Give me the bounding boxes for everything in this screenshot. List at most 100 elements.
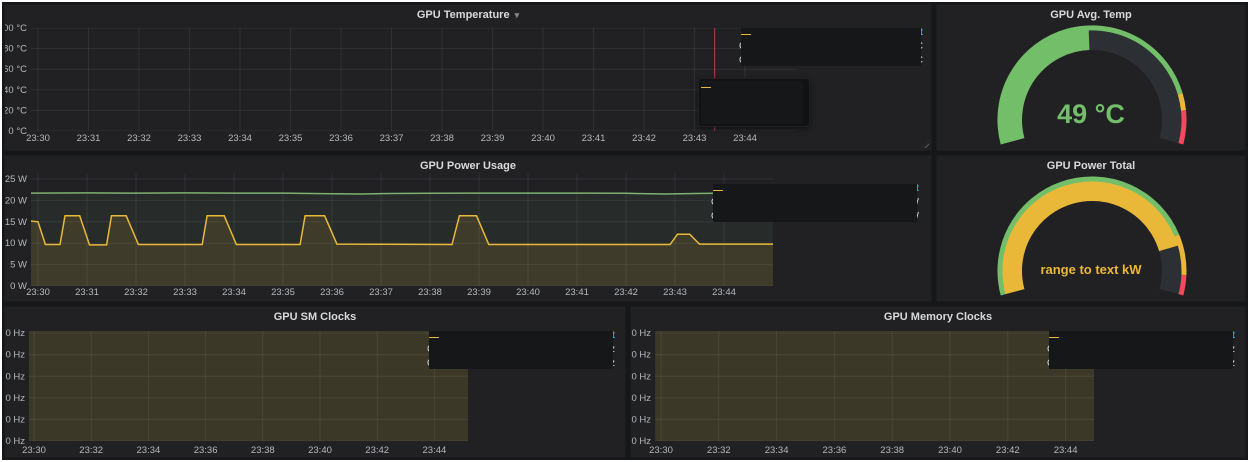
tooltip-row: —GPU 1:41 °C	[707, 109, 801, 122]
panel-gpu-avg-temp: GPU Avg. Temp 49 °C	[936, 4, 1246, 151]
y-tick-label: 0 Hz	[5, 436, 25, 447]
x-tick-label: 23:38	[430, 133, 454, 144]
panel-gpu-power-total: GPU Power Total range to text kW	[936, 155, 1246, 302]
x-tick-label: 23:44	[733, 133, 757, 144]
x-tick-label: 23:38	[418, 287, 442, 298]
x-tick-label: 23:38	[880, 445, 904, 456]
y-tick-label: 25 W	[5, 174, 27, 185]
x-tick-label: 23:34	[765, 445, 789, 456]
x-tick-label: 23:34	[228, 133, 252, 144]
panel-gpu-memory-clocks: GPU Memory Clocks 23:3023:3223:3423:3623…	[630, 306, 1246, 458]
x-tick-label: 23:36	[823, 445, 847, 456]
x-tick-label: 23:37	[369, 287, 393, 298]
x-tick-label: 23:30	[26, 133, 50, 144]
x-tick-label: 23:42	[365, 445, 389, 456]
y-tick-label: 20 °C	[5, 105, 27, 116]
legend-series-label[interactable]: —GPU 1	[1047, 357, 1097, 371]
x-tick-label: 23:31	[77, 133, 101, 144]
gpu-power-usage-legend: maxavgcurrent—GPU 021.86 W21.68 W21.77 W…	[711, 182, 923, 224]
x-tick-label: 23:41	[582, 133, 606, 144]
x-tick-label: 23:39	[481, 133, 505, 144]
gpu-temperature-legend: maxavgcurrent—GPU 057 °C57 °C57 °C—GPU 1…	[739, 26, 927, 68]
legend-series-label[interactable]: —GPU 1	[739, 54, 791, 68]
series-color-dash-icon: —	[429, 331, 613, 369]
x-tick-label: 23:43	[663, 287, 687, 298]
legend-row-gpu-1: —GPU 1405 Hz405 Hz405 Hz	[1047, 357, 1239, 371]
x-tick-label: 23:42	[614, 287, 638, 298]
x-tick-label: 23:37	[380, 133, 404, 144]
dashboard-canvas: GPU Temperature▾ 23:3023:3123:3223:3323:…	[2, 2, 1248, 460]
y-tick-label: 20 W	[5, 195, 27, 206]
y-tick-label: 100 Hz	[5, 328, 25, 339]
y-tick-label: 80 °C	[5, 44, 27, 55]
gauge-power-arc	[937, 156, 1246, 302]
y-tick-label: 60 Hz	[631, 371, 651, 382]
x-tick-label: 23:36	[194, 445, 218, 456]
mem-plot-area	[655, 307, 1100, 441]
x-tick-label: 23:32	[79, 445, 103, 456]
chart-tooltip: 2020-05-01 23:44:48—GPU 0:57 °C—GPU 1:41…	[698, 78, 810, 127]
x-tick-label: 23:33	[173, 287, 197, 298]
y-tick-label: 5 W	[10, 260, 27, 271]
y-tick-label: 20 Hz	[5, 414, 25, 425]
x-tick-label: 23:35	[279, 133, 303, 144]
gpu-power-usage-chart[interactable]: 23:30 23:31 23:32 23:33 23:34 23:35 23:36 23:37…	[5, 156, 932, 302]
sm-plot-area	[28, 307, 468, 441]
series-color-dash-icon: —	[741, 28, 921, 66]
grafana-dashboard: GPU Temperature▾ 23:3023:3123:3223:3323:…	[0, 0, 1250, 462]
legend-row-gpu-1: —GPU 141 °C41 °C41 °C	[739, 54, 927, 68]
y-tick-label: 80 Hz	[5, 350, 25, 361]
panel-gpu-sm-clocks: GPU SM Clocks 23:3023:3223:3423:3623:382…	[4, 306, 626, 458]
legend-series-label[interactable]: —GPU 1	[427, 357, 477, 371]
x-tick-label: 23:42	[632, 133, 656, 144]
x-tick-label: 23:30	[649, 445, 673, 456]
legend-series-label[interactable]: —GPU 1	[711, 210, 763, 224]
x-tick-label: 23:41	[565, 287, 589, 298]
series-color-dash-icon: —	[713, 184, 917, 222]
y-tick-label: 10 W	[5, 238, 27, 249]
y-tick-label: 100 °C	[5, 23, 27, 34]
x-tick-label: 23:36	[320, 287, 344, 298]
y-tick-label: 40 Hz	[631, 393, 651, 404]
gpu-sm-clocks-legend: maxavgcurrent—GPU 0139 Hz139 Hz139 Hz—GP…	[427, 329, 619, 371]
y-tick-label: 40 °C	[5, 85, 27, 96]
x-tick-label: 23:40	[531, 133, 555, 144]
y-tick-label: 80 Hz	[631, 350, 651, 361]
temp-plot-area	[31, 28, 796, 131]
x-tick-label: 23:39	[467, 287, 491, 298]
y-tick-label: 0 W	[10, 281, 27, 292]
series-color-dash-icon: —	[701, 81, 803, 124]
x-tick-label: 23:30	[22, 445, 46, 456]
x-tick-label: 23:34	[222, 287, 246, 298]
x-tick-label: 23:35	[271, 287, 295, 298]
y-tick-label: 15 W	[5, 217, 27, 228]
x-tick-label: 23:40	[516, 287, 540, 298]
gpu-memory-clocks-legend: maxavgcurrent—GPU 0405 Hz405 Hz405 Hz—GP…	[1047, 329, 1239, 371]
series-color-dash-icon: —	[1049, 331, 1233, 369]
x-tick-label: 23:44	[1054, 445, 1078, 456]
x-tick-label: 23:40	[308, 445, 332, 456]
x-tick-label: 23:34	[137, 445, 161, 456]
x-tick-label: 23:32	[707, 445, 731, 456]
x-tick-label: 23:44	[423, 445, 447, 456]
legend-row-gpu-1: —GPU 1139 Hz139 Hz139 Hz	[427, 357, 619, 371]
y-tick-label: 0 Hz	[631, 436, 651, 447]
legend-row-gpu-1: —GPU 116.44 W11.11 W9.79 W	[711, 210, 923, 224]
x-tick-label: 23:43	[683, 133, 707, 144]
x-tick-label: 23:32	[124, 287, 148, 298]
x-tick-label: 23:33	[178, 133, 202, 144]
y-tick-label: 20 Hz	[631, 414, 651, 425]
y-tick-label: 60 Hz	[5, 371, 25, 382]
x-tick-label: 23:44	[712, 287, 736, 298]
x-tick-label: 23:38	[251, 445, 275, 456]
panel-gpu-temperature: GPU Temperature▾ 23:3023:3123:3223:3323:…	[4, 4, 932, 151]
y-tick-label: 100 Hz	[631, 328, 651, 339]
gauge-value-temp: 49 °C	[937, 99, 1245, 130]
panel-gpu-power-usage: GPU Power Usage 23:3023:3123:3223:3323:3…	[4, 155, 932, 302]
y-tick-label: 40 Hz	[5, 393, 25, 404]
y-tick-label: 60 °C	[5, 64, 27, 75]
x-tick-label: 23:31	[75, 287, 99, 298]
x-tick-label: 23:32	[127, 133, 151, 144]
x-tick-label: 23:36	[329, 133, 353, 144]
x-tick-label: 23:30	[26, 287, 50, 298]
